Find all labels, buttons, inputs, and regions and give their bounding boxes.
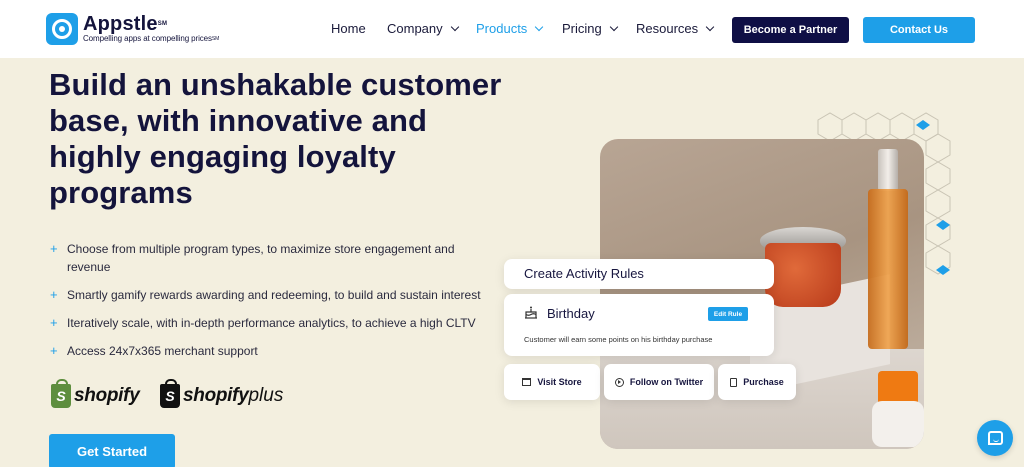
hero-title: Build an unshakable customer base, with …	[49, 67, 502, 210]
receipt-icon	[730, 377, 738, 387]
twitter-icon	[614, 377, 624, 387]
store-icon	[522, 378, 532, 386]
birthday-title: Birthday	[547, 306, 595, 321]
brand-logo[interactable]: AppstleSM Compelling apps at compelling …	[46, 13, 219, 45]
shopify-logo: S shopify	[51, 379, 140, 408]
get-started-button[interactable]: Get Started	[49, 434, 175, 467]
shopify-wordmark: shopify	[74, 385, 140, 406]
chevron-down-icon	[705, 22, 715, 31]
feature-item: + Access 24x7x365 merchant support	[50, 343, 258, 358]
nav-home[interactable]: Home	[331, 21, 366, 36]
follow-twitter-chip: Follow on Twitter	[604, 364, 714, 400]
contact-us-button[interactable]: Contact Us	[863, 17, 975, 43]
brand-name: AppstleSM	[83, 13, 168, 35]
shopify-bag-icon: S	[51, 379, 71, 408]
nav-products[interactable]: Products	[476, 21, 544, 36]
activity-rules-title: Create Activity Rules	[524, 266, 644, 281]
feature-list: + Choose from multiple program types, to …	[50, 240, 500, 370]
chevron-down-icon	[535, 22, 544, 31]
appstle-logo-icon	[46, 13, 78, 45]
visit-store-chip: Visit Store	[504, 364, 600, 400]
plus-icon: +	[50, 287, 58, 302]
feature-item: + Choose from multiple program types, to …	[50, 241, 455, 274]
chat-icon	[987, 431, 1003, 445]
feature-item: + Iteratively scale, with in-depth perfor…	[50, 315, 476, 330]
edit-rule-button[interactable]: Edit Rule	[708, 307, 748, 321]
chevron-down-icon	[450, 22, 459, 31]
brand-tagline: Compelling apps at compelling pricesSM	[83, 34, 220, 43]
become-partner-button[interactable]: Become a Partner	[732, 17, 849, 43]
chat-launcher-button[interactable]	[977, 420, 1013, 456]
nav-company[interactable]: Company	[387, 21, 459, 36]
activity-rules-card: Create Activity Rules	[504, 259, 774, 289]
plus-icon: +	[50, 315, 58, 330]
birthday-description: Customer will earn some points on his bi…	[524, 335, 713, 344]
birthday-rule-card: Birthday Edit Rule Customer will earn so…	[504, 294, 774, 356]
feature-item: + Smartly gamify rewards awarding and red…	[50, 287, 481, 302]
cake-icon	[525, 306, 537, 319]
nav-pricing[interactable]: Pricing	[562, 21, 618, 36]
site-header: AppstleSM Compelling apps at compelling …	[0, 0, 1024, 58]
plus-icon: +	[50, 241, 58, 256]
plus-icon: +	[50, 343, 58, 358]
shopify-plus-logo: S shopify plus	[160, 379, 284, 408]
nav-resources[interactable]: Resources	[636, 21, 715, 36]
chevron-down-icon	[609, 22, 618, 31]
brand-text: AppstleSM Compelling apps at compelling …	[83, 14, 219, 44]
purchase-chip: Purchase	[718, 364, 796, 400]
shopify-plus-bag-icon: S	[160, 379, 180, 408]
shopify-plus-wordmark: shopify	[183, 385, 249, 406]
plus-wordmark: plus	[248, 385, 284, 406]
